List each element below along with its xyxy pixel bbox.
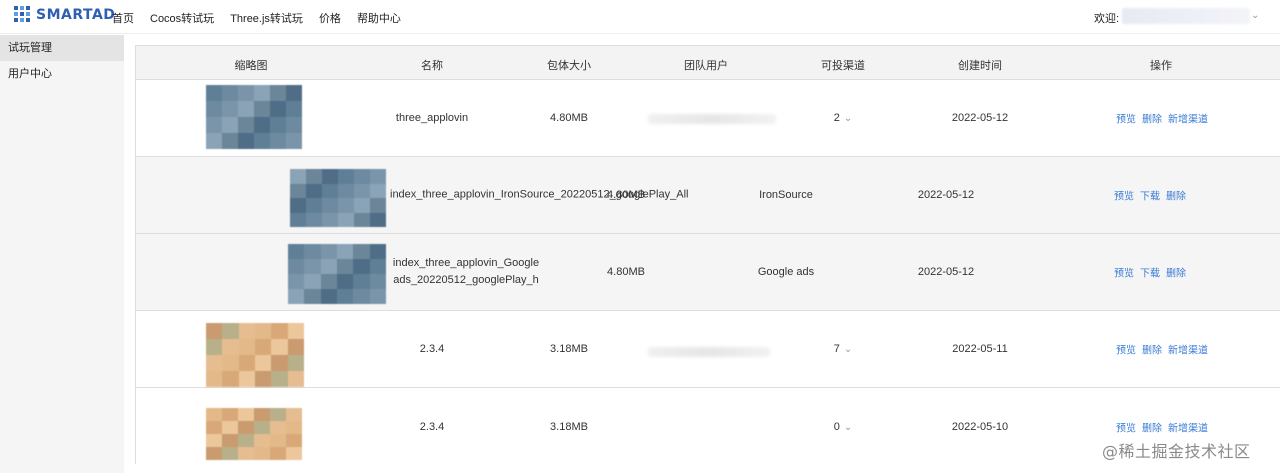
sidebar-item-trial-management[interactable]: 试玩管理 <box>0 35 124 61</box>
logo-icon <box>14 6 32 24</box>
nav-home[interactable]: 首页 <box>112 10 134 26</box>
row-channel-name: IronSource <box>759 189 813 201</box>
thumbnail-image <box>206 85 302 149</box>
sidebar-item-user-center[interactable]: 用户中心 <box>0 61 124 87</box>
nav-cocos[interactable]: Cocos转试玩 <box>150 10 214 26</box>
row-name: 2.3.4 <box>419 420 445 433</box>
header-thumbnail: 缩略图 <box>234 60 268 72</box>
row-size: 3.18MB <box>550 420 588 433</box>
add-channel-link[interactable]: 新增渠道 <box>1168 419 1208 434</box>
row-name: index_three_applovin_IronSource_20220512… <box>390 188 689 201</box>
add-channel-link[interactable]: 新增渠道 <box>1168 111 1208 126</box>
thumbnail-image <box>290 169 386 227</box>
watermark: @稀土掘金技术社区 <box>1102 442 1251 461</box>
row-channel-name: Google ads <box>757 266 815 278</box>
preview-link[interactable]: 预览 <box>1114 188 1134 203</box>
row-date: 2022-05-12 <box>917 266 975 278</box>
row-actions: 预览 删除 新增渠道 <box>1116 342 1208 357</box>
delete-link[interactable]: 删除 <box>1166 265 1186 280</box>
row-channels[interactable]: 0 ⌄ <box>834 421 853 433</box>
table-header: 缩略图 名称 包体大小 团队用户 可投渠道 创建时间 操作 <box>136 46 1280 80</box>
row-name: index_three_applovin_Google ads_20220512… <box>392 257 540 286</box>
channel-count: 7 <box>833 343 840 355</box>
header-actions: 操作 <box>1150 60 1172 72</box>
download-link[interactable]: 下载 <box>1140 265 1160 280</box>
delete-link[interactable]: 删除 <box>1142 419 1162 434</box>
table-row: index_three_applovin_Google ads_20220512… <box>136 234 1280 311</box>
channel-count: 0 <box>833 420 840 433</box>
row-date: 2022-05-12 <box>951 112 1009 124</box>
row-date: 2022-05-11 <box>952 343 1008 355</box>
add-channel-link[interactable]: 新增渠道 <box>1168 342 1208 357</box>
sidebar: 试玩管理 用户中心 <box>0 35 124 473</box>
team-user-redacted <box>648 347 770 357</box>
delete-link[interactable]: 删除 <box>1142 342 1162 357</box>
logo[interactable]: SMARTAD <box>14 6 115 24</box>
row-channels[interactable]: 7 ⌄ <box>834 343 853 355</box>
playable-table: 缩略图 名称 包体大小 团队用户 可投渠道 创建时间 操作 three_appl… <box>135 45 1280 465</box>
header-team-user: 团队用户 <box>684 60 728 72</box>
header-created: 创建时间 <box>958 60 1002 72</box>
row-date: 2022-05-12 <box>917 189 975 201</box>
chevron-down-icon[interactable]: ⌄ <box>1251 10 1259 21</box>
row-channels[interactable]: 2 ⌄ <box>834 112 853 124</box>
row-size: 4.80MB <box>550 112 588 124</box>
header-name: 名称 <box>421 60 443 72</box>
preview-link[interactable]: 预览 <box>1114 265 1134 280</box>
welcome-label: 欢迎: <box>1094 13 1120 25</box>
row-size: 3.18MB <box>550 343 588 355</box>
chevron-down-icon[interactable]: ⌄ <box>844 422 852 433</box>
nav-pricing[interactable]: 价格 <box>319 10 341 26</box>
header-size: 包体大小 <box>547 60 591 72</box>
table-row: 2.3.4 3.18MB 7 ⌄ 2022-05-11 预览 删除 新增渠道 <box>136 311 1280 388</box>
row-actions: 预览 删除 新增渠道 <box>1116 111 1208 126</box>
row-name: three_applovin <box>395 112 469 124</box>
download-link[interactable]: 下载 <box>1140 188 1160 203</box>
delete-link[interactable]: 删除 <box>1142 111 1162 126</box>
row-name: 2.3.4 <box>419 343 445 355</box>
row-actions: 预览 下载 删除 <box>1114 265 1186 280</box>
thumbnail-image <box>288 244 386 304</box>
top-bar: SMARTAD 首页 Cocos转试玩 Three.js转试玩 价格 帮助中心 … <box>0 0 1280 34</box>
row-size: 4.80MB <box>607 189 645 201</box>
row-date: 2022-05-10 <box>951 420 1009 433</box>
nav-threejs[interactable]: Three.js转试玩 <box>230 10 303 26</box>
thumbnail-image <box>206 323 304 387</box>
table-row: index_three_applovin_IronSource_20220512… <box>136 157 1280 234</box>
delete-link[interactable]: 删除 <box>1166 188 1186 203</box>
row-actions: 预览 下载 删除 <box>1114 188 1186 203</box>
preview-link[interactable]: 预览 <box>1116 342 1136 357</box>
channel-count: 2 <box>833 112 840 124</box>
header-channels: 可投渠道 <box>821 60 865 72</box>
preview-link[interactable]: 预览 <box>1116 419 1136 434</box>
table-row: three_applovin 4.80MB 2 ⌄ 2022-05-12 预览 删… <box>136 80 1280 157</box>
chevron-down-icon[interactable]: ⌄ <box>844 344 852 355</box>
preview-link[interactable]: 预览 <box>1116 111 1136 126</box>
thumbnail-image <box>206 408 302 460</box>
team-user-redacted <box>648 114 776 124</box>
row-actions: 预览 删除 新增渠道 <box>1116 419 1208 434</box>
row-size: 4.80MB <box>607 266 645 278</box>
logo-text: SMARTAD <box>36 7 116 23</box>
user-name-redacted[interactable] <box>1122 8 1250 24</box>
nav-help[interactable]: 帮助中心 <box>357 10 401 26</box>
chevron-down-icon[interactable]: ⌄ <box>844 113 852 124</box>
main-nav: 首页 Cocos转试玩 Three.js转试玩 价格 帮助中心 <box>112 10 401 26</box>
